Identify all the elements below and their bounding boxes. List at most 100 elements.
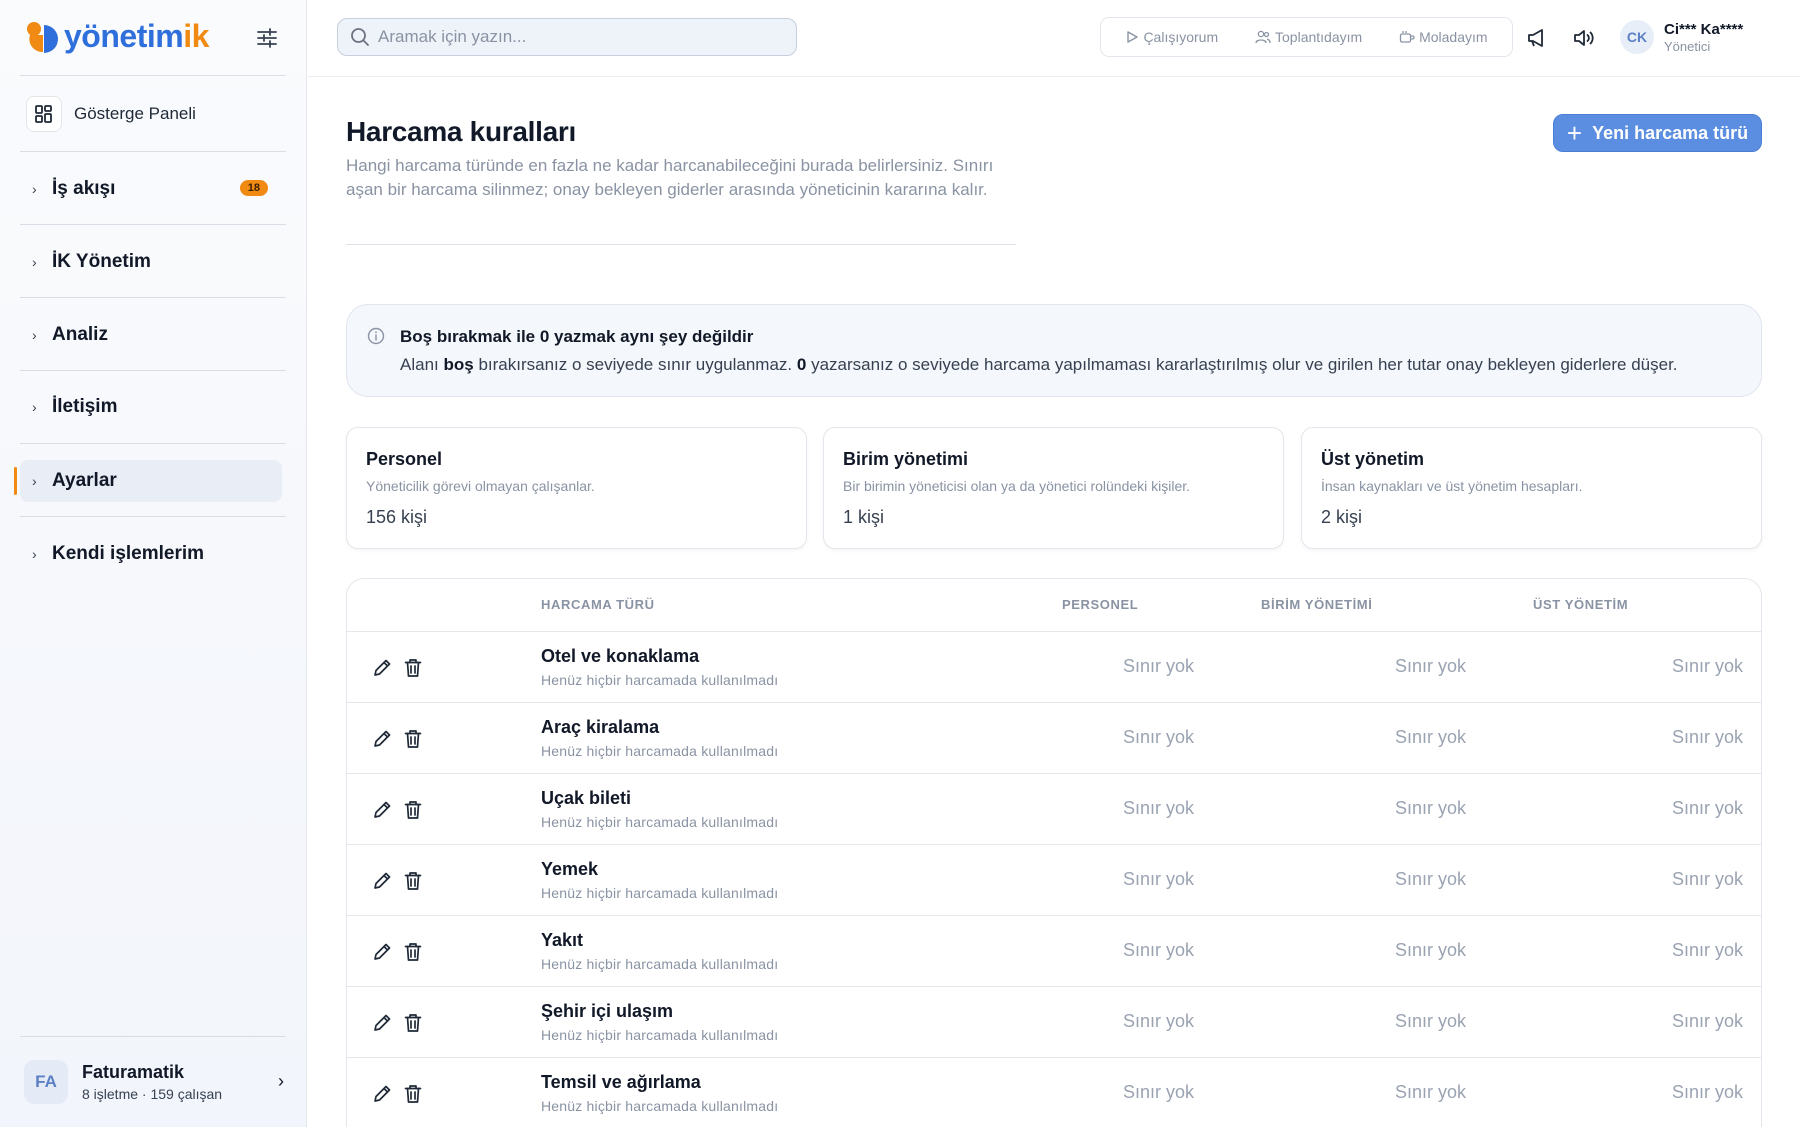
organization-switcher[interactable]: FA Faturamatik 8 işletme · 159 çalışan › [24, 1058, 284, 1106]
user-name[interactable]: Ci*** Ka**** [1664, 21, 1743, 38]
filter-sliders-icon[interactable] [256, 28, 278, 48]
pencil-icon[interactable] [371, 941, 393, 963]
limit-unit-management[interactable]: Sınır yok [1346, 940, 1466, 961]
limit-personel[interactable]: Sınır yok [1074, 869, 1194, 890]
expense-type-name: Otel ve konaklama [541, 646, 700, 666]
pencil-icon[interactable] [371, 1083, 393, 1105]
plus-icon: + [1566, 118, 1583, 148]
pencil-icon[interactable] [371, 870, 393, 892]
limit-top-management[interactable]: Sınır yok [1623, 798, 1743, 819]
trash-icon[interactable] [402, 870, 424, 892]
limit-personel[interactable]: Sınır yok [1074, 798, 1194, 819]
limit-unit-management[interactable]: Sınır yok [1346, 1011, 1466, 1032]
trash-icon[interactable] [402, 728, 424, 750]
sidebar-item-label: Analiz [52, 324, 108, 345]
divider [20, 516, 286, 517]
chevron-right-icon: › [32, 254, 37, 270]
sidebar-item-analysis[interactable]: › Analiz [20, 314, 282, 356]
divider [20, 224, 286, 225]
trash-icon[interactable] [402, 657, 424, 679]
column-header-unit-management: BİRİM YÖNETİMİ [1261, 597, 1373, 612]
limit-unit-management[interactable]: Sınır yok [1346, 798, 1466, 819]
search-input[interactable] [378, 27, 778, 47]
expense-type-name: Temsil ve ağırlama [541, 1072, 701, 1092]
pencil-icon[interactable] [371, 1012, 393, 1034]
limit-unit-management[interactable]: Sınır yok [1346, 1082, 1466, 1103]
limit-personel[interactable]: Sınır yok [1074, 656, 1194, 677]
limit-personel[interactable]: Sınır yok [1074, 1011, 1194, 1032]
search-box[interactable] [337, 18, 797, 56]
limit-unit-management[interactable]: Sınır yok [1346, 727, 1466, 748]
user-avatar[interactable]: CK [1620, 20, 1654, 54]
status-working-button[interactable]: Çalışıyorum [1125, 29, 1218, 45]
column-header-personel: PERSONEL [1062, 597, 1139, 612]
users-icon [1255, 30, 1271, 44]
table-row: Temsil ve ağırlama Henüz hiçbir harcamada… [347, 1058, 1761, 1127]
limit-top-management[interactable]: Sınır yok [1623, 656, 1743, 677]
limit-top-management[interactable]: Sınır yok [1623, 940, 1743, 961]
level-name: Üst yönetim [1321, 449, 1425, 469]
limit-personel[interactable]: Sınır yok [1074, 1082, 1194, 1103]
sidebar-item-dashboard[interactable]: Gösterge Paneli [26, 96, 196, 132]
page-description: Hangi harcama türünde en fazla ne kadar … [346, 156, 994, 199]
chevron-right-icon: › [32, 546, 37, 562]
sidebar-item-my-transactions[interactable]: › Kendi işlemlerim [20, 533, 282, 575]
sidebar-item-communication[interactable]: › İletişim [20, 386, 282, 428]
status-break-button[interactable]: Moladayım [1399, 29, 1488, 45]
user-role: Yönetici [1664, 39, 1711, 54]
limit-personel[interactable]: Sınır yok [1074, 940, 1194, 961]
notification-badge: 18 [239, 180, 268, 196]
sidebar-item-workflow[interactable]: › İş akışı 18 [20, 168, 282, 210]
brand-logo[interactable]: yönetimik [24, 18, 209, 55]
limit-top-management[interactable]: Sınır yok [1623, 1082, 1743, 1103]
presence-status-group: Çalışıyorum Toplantıdayım Moladayım [1100, 17, 1513, 57]
chevron-right-icon: › [32, 399, 37, 415]
sidebar-item-label: Gösterge Paneli [74, 104, 196, 123]
sidebar: yönetimik Gösterge Paneli › İş akışı 18 … [0, 0, 307, 1127]
topbar: Çalışıyorum Toplantıdayım Moladayım CK C… [307, 0, 1800, 77]
limit-personel[interactable]: Sınır yok [1074, 727, 1194, 748]
trash-icon[interactable] [402, 1083, 424, 1105]
expense-type-name: Yakıt [541, 930, 584, 950]
expense-type-name: Uçak bileti [541, 788, 632, 808]
table-row: Araç kiralama Henüz hiçbir harcamada kull… [347, 703, 1761, 774]
expense-type-usage: Henüz hiçbir harcamada kullanılmadı [541, 1027, 779, 1043]
sidebar-item-hr-management[interactable]: › İK Yönetim [20, 241, 282, 283]
speaker-icon[interactable] [1572, 26, 1596, 50]
trash-icon[interactable] [402, 799, 424, 821]
new-expense-type-button[interactable]: + Yeni harcama türü [1553, 114, 1762, 152]
limit-top-management[interactable]: Sınır yok [1623, 869, 1743, 890]
trash-icon[interactable] [402, 941, 424, 963]
trash-icon[interactable] [402, 1012, 424, 1034]
table-row: Şehir içi ulaşım Henüz hiçbir harcamada k… [347, 987, 1761, 1058]
pencil-icon[interactable] [371, 728, 393, 750]
sidebar-item-settings[interactable]: › Ayarlar [14, 460, 282, 502]
chevron-right-icon: › [32, 181, 37, 197]
level-name: Personel [366, 449, 443, 469]
limit-top-management[interactable]: Sınır yok [1623, 727, 1743, 748]
chevron-right-icon: › [32, 327, 37, 343]
brand-name: yönetimik [64, 18, 209, 54]
level-description: Bir birimin yöneticisi olan ya da yöneti… [843, 478, 1191, 494]
level-count: 156 kişi [366, 507, 428, 527]
divider [20, 443, 286, 444]
page-title: Harcama kuralları [346, 116, 576, 147]
org-stats: 8 işletme · 159 çalışan [82, 1086, 223, 1102]
sidebar-item-label: İletişim [52, 396, 118, 417]
coffee-icon [1399, 31, 1415, 43]
limit-unit-management[interactable]: Sınır yok [1346, 656, 1466, 677]
megaphone-icon[interactable] [1525, 26, 1549, 50]
column-header-top-management: ÜST YÖNETİM [1533, 597, 1629, 612]
info-callout: Boş bırakmak ile 0 yazmak aynı şey değil… [346, 304, 1762, 397]
table-row: Yemek Henüz hiçbir harcamada kullanılmadı… [347, 845, 1761, 916]
divider [20, 75, 286, 76]
limit-top-management[interactable]: Sınır yok [1623, 1011, 1743, 1032]
status-meeting-button[interactable]: Toplantıdayım [1255, 29, 1362, 45]
expense-type-usage: Henüz hiçbir harcamada kullanılmadı [541, 956, 779, 972]
pencil-icon[interactable] [371, 657, 393, 679]
level-card-personel: Personel Yöneticilik görevi olmayan çalı… [346, 427, 807, 549]
expense-type-name: Yemek [541, 859, 599, 879]
pencil-icon[interactable] [371, 799, 393, 821]
limit-unit-management[interactable]: Sınır yok [1346, 869, 1466, 890]
sidebar-item-label: İş akışı [52, 178, 116, 199]
